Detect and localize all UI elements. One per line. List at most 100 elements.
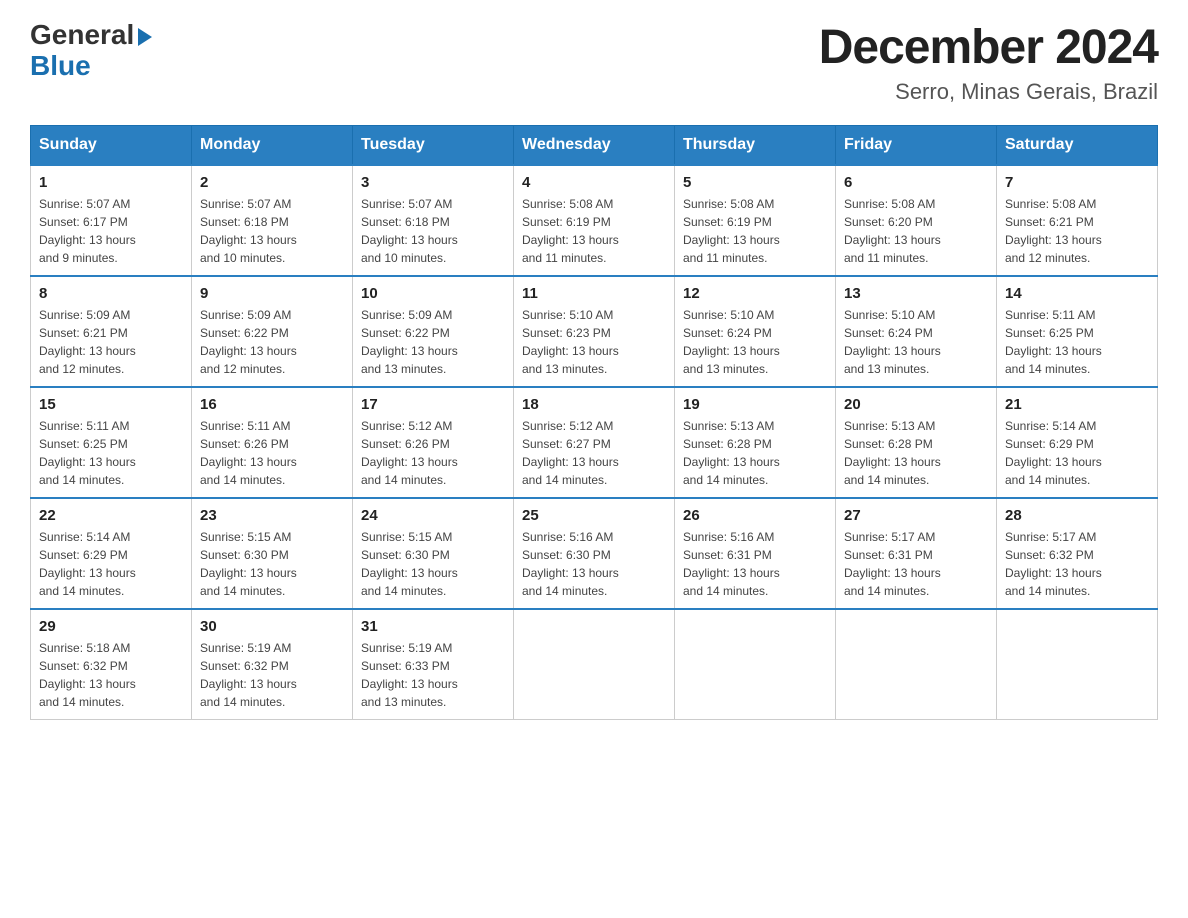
day-info: Sunrise: 5:11 AMSunset: 6:25 PMDaylight:… [39,419,136,487]
day-info: Sunrise: 5:09 AMSunset: 6:21 PMDaylight:… [39,308,136,376]
table-row: 29 Sunrise: 5:18 AMSunset: 6:32 PMDaylig… [31,609,192,720]
day-number: 28 [1005,507,1149,524]
day-number: 26 [683,507,827,524]
calendar-week-row: 22 Sunrise: 5:14 AMSunset: 6:29 PMDaylig… [31,498,1158,609]
header-tuesday: Tuesday [353,126,514,166]
table-row: 2 Sunrise: 5:07 AMSunset: 6:18 PMDayligh… [192,165,353,276]
day-number: 15 [39,396,183,413]
day-number: 11 [522,285,666,302]
day-number: 20 [844,396,988,413]
calendar-header-row: Sunday Monday Tuesday Wednesday Thursday… [31,126,1158,166]
calendar-week-row: 29 Sunrise: 5:18 AMSunset: 6:32 PMDaylig… [31,609,1158,720]
logo: General Blue [30,20,152,82]
day-info: Sunrise: 5:19 AMSunset: 6:33 PMDaylight:… [361,641,458,709]
day-number: 12 [683,285,827,302]
table-row: 4 Sunrise: 5:08 AMSunset: 6:19 PMDayligh… [514,165,675,276]
page-header: General Blue December 2024 Serro, Minas … [30,20,1158,105]
calendar-week-row: 1 Sunrise: 5:07 AMSunset: 6:17 PMDayligh… [31,165,1158,276]
day-number: 4 [522,174,666,191]
day-number: 16 [200,396,344,413]
table-row: 9 Sunrise: 5:09 AMSunset: 6:22 PMDayligh… [192,276,353,387]
calendar-week-row: 15 Sunrise: 5:11 AMSunset: 6:25 PMDaylig… [31,387,1158,498]
header-saturday: Saturday [997,126,1158,166]
table-row: 14 Sunrise: 5:11 AMSunset: 6:25 PMDaylig… [997,276,1158,387]
table-row: 20 Sunrise: 5:13 AMSunset: 6:28 PMDaylig… [836,387,997,498]
table-row: 19 Sunrise: 5:13 AMSunset: 6:28 PMDaylig… [675,387,836,498]
day-number: 5 [683,174,827,191]
page-title: December 2024 [819,20,1158,75]
day-info: Sunrise: 5:16 AMSunset: 6:31 PMDaylight:… [683,530,780,598]
day-number: 1 [39,174,183,191]
day-number: 30 [200,618,344,635]
day-info: Sunrise: 5:10 AMSunset: 6:23 PMDaylight:… [522,308,619,376]
calendar-week-row: 8 Sunrise: 5:09 AMSunset: 6:21 PMDayligh… [31,276,1158,387]
table-row: 1 Sunrise: 5:07 AMSunset: 6:17 PMDayligh… [31,165,192,276]
day-info: Sunrise: 5:13 AMSunset: 6:28 PMDaylight:… [844,419,941,487]
day-info: Sunrise: 5:08 AMSunset: 6:19 PMDaylight:… [522,197,619,265]
day-number: 27 [844,507,988,524]
day-info: Sunrise: 5:08 AMSunset: 6:19 PMDaylight:… [683,197,780,265]
day-info: Sunrise: 5:08 AMSunset: 6:21 PMDaylight:… [1005,197,1102,265]
header-friday: Friday [836,126,997,166]
day-info: Sunrise: 5:07 AMSunset: 6:18 PMDaylight:… [361,197,458,265]
day-info: Sunrise: 5:17 AMSunset: 6:32 PMDaylight:… [1005,530,1102,598]
table-row: 13 Sunrise: 5:10 AMSunset: 6:24 PMDaylig… [836,276,997,387]
logo-general-text: General [30,20,152,51]
logo-blue-text: Blue [30,51,152,82]
day-number: 17 [361,396,505,413]
day-number: 29 [39,618,183,635]
day-number: 22 [39,507,183,524]
day-info: Sunrise: 5:08 AMSunset: 6:20 PMDaylight:… [844,197,941,265]
day-number: 2 [200,174,344,191]
day-number: 9 [200,285,344,302]
table-row: 30 Sunrise: 5:19 AMSunset: 6:32 PMDaylig… [192,609,353,720]
table-row: 28 Sunrise: 5:17 AMSunset: 6:32 PMDaylig… [997,498,1158,609]
day-number: 10 [361,285,505,302]
day-info: Sunrise: 5:15 AMSunset: 6:30 PMDaylight:… [200,530,297,598]
table-row: 21 Sunrise: 5:14 AMSunset: 6:29 PMDaylig… [997,387,1158,498]
day-info: Sunrise: 5:09 AMSunset: 6:22 PMDaylight:… [200,308,297,376]
table-row: 12 Sunrise: 5:10 AMSunset: 6:24 PMDaylig… [675,276,836,387]
table-row: 25 Sunrise: 5:16 AMSunset: 6:30 PMDaylig… [514,498,675,609]
table-row: 10 Sunrise: 5:09 AMSunset: 6:22 PMDaylig… [353,276,514,387]
day-info: Sunrise: 5:12 AMSunset: 6:27 PMDaylight:… [522,419,619,487]
day-info: Sunrise: 5:12 AMSunset: 6:26 PMDaylight:… [361,419,458,487]
day-info: Sunrise: 5:19 AMSunset: 6:32 PMDaylight:… [200,641,297,709]
day-info: Sunrise: 5:07 AMSunset: 6:17 PMDaylight:… [39,197,136,265]
table-row [675,609,836,720]
day-number: 13 [844,285,988,302]
table-row: 27 Sunrise: 5:17 AMSunset: 6:31 PMDaylig… [836,498,997,609]
day-number: 14 [1005,285,1149,302]
day-number: 6 [844,174,988,191]
table-row [514,609,675,720]
day-info: Sunrise: 5:09 AMSunset: 6:22 PMDaylight:… [361,308,458,376]
table-row: 7 Sunrise: 5:08 AMSunset: 6:21 PMDayligh… [997,165,1158,276]
day-number: 24 [361,507,505,524]
table-row: 8 Sunrise: 5:09 AMSunset: 6:21 PMDayligh… [31,276,192,387]
day-number: 8 [39,285,183,302]
table-row: 3 Sunrise: 5:07 AMSunset: 6:18 PMDayligh… [353,165,514,276]
day-info: Sunrise: 5:07 AMSunset: 6:18 PMDaylight:… [200,197,297,265]
table-row: 23 Sunrise: 5:15 AMSunset: 6:30 PMDaylig… [192,498,353,609]
title-area: December 2024 Serro, Minas Gerais, Brazi… [819,20,1158,105]
logo-arrow-icon [138,28,152,46]
day-info: Sunrise: 5:18 AMSunset: 6:32 PMDaylight:… [39,641,136,709]
table-row [836,609,997,720]
table-row: 18 Sunrise: 5:12 AMSunset: 6:27 PMDaylig… [514,387,675,498]
day-info: Sunrise: 5:15 AMSunset: 6:30 PMDaylight:… [361,530,458,598]
calendar-table: Sunday Monday Tuesday Wednesday Thursday… [30,125,1158,720]
day-info: Sunrise: 5:14 AMSunset: 6:29 PMDaylight:… [39,530,136,598]
table-row: 17 Sunrise: 5:12 AMSunset: 6:26 PMDaylig… [353,387,514,498]
table-row: 11 Sunrise: 5:10 AMSunset: 6:23 PMDaylig… [514,276,675,387]
day-info: Sunrise: 5:11 AMSunset: 6:26 PMDaylight:… [200,419,297,487]
day-number: 18 [522,396,666,413]
day-number: 3 [361,174,505,191]
day-info: Sunrise: 5:14 AMSunset: 6:29 PMDaylight:… [1005,419,1102,487]
day-number: 31 [361,618,505,635]
page-subtitle: Serro, Minas Gerais, Brazil [819,79,1158,105]
day-number: 21 [1005,396,1149,413]
table-row: 26 Sunrise: 5:16 AMSunset: 6:31 PMDaylig… [675,498,836,609]
day-info: Sunrise: 5:16 AMSunset: 6:30 PMDaylight:… [522,530,619,598]
header-thursday: Thursday [675,126,836,166]
table-row: 5 Sunrise: 5:08 AMSunset: 6:19 PMDayligh… [675,165,836,276]
